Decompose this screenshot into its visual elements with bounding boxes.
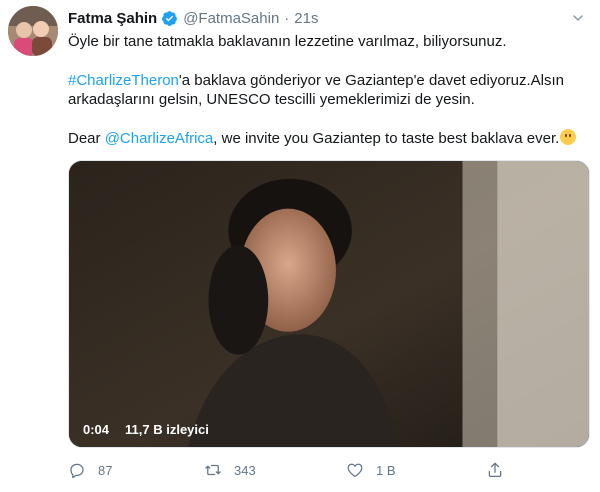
share-icon: [488, 462, 502, 478]
tweet-header: Fatma Şahin @FatmaSahin · 21s: [68, 8, 318, 28]
hashtag-link[interactable]: #CharlizeTheron: [68, 72, 179, 89]
tweet-text: Öyle bir tane tatmakla baklavanın lezzet…: [68, 32, 590, 167]
timestamp[interactable]: 21s: [294, 10, 318, 27]
like-count: 1 B: [376, 462, 396, 478]
separator-dot: ·: [284, 9, 290, 27]
retweet-icon: [205, 464, 221, 476]
heart-icon: [347, 463, 363, 478]
reply-count: 87: [98, 462, 113, 478]
retweet-button[interactable]: 343: [204, 458, 256, 482]
video-frame: [69, 161, 589, 447]
author-name[interactable]: Fatma Şahin: [68, 10, 157, 27]
mention-link[interactable]: @CharlizeAfrica: [105, 130, 214, 147]
verified-badge-icon: [162, 10, 178, 26]
tweet-card[interactable]: Fatma Şahin @FatmaSahin · 21s Öyle bir t…: [0, 0, 600, 492]
tweet-line-3: , we invite you Gaziantep to taste best …: [213, 129, 560, 147]
video-views: 11,7 B izleyici: [125, 422, 209, 437]
reply-button[interactable]: 87: [68, 458, 112, 482]
smiling-face-emoji-icon: [560, 128, 577, 145]
video-player[interactable]: 0:04 11,7 B izleyici: [68, 160, 590, 448]
reply-icon: [70, 463, 84, 479]
tweet-actions: 87 343 1 B: [68, 458, 548, 482]
video-time: 0:04: [83, 422, 110, 437]
video-controls: 0:04 11,7 B izleyici: [83, 422, 209, 437]
author-handle[interactable]: @FatmaSahin: [183, 10, 279, 27]
tweet-line-3-prefix: Dear: [68, 129, 105, 147]
chevron-down-icon[interactable]: [570, 10, 586, 26]
tweet-paragraph-1: Öyle bir tane tatmakla baklavanın lezzet…: [68, 32, 590, 52]
like-button[interactable]: 1 B: [346, 458, 396, 482]
tweet-paragraph-2: #CharlizeTheron'a baklava gönderiyor ve …: [68, 71, 590, 110]
share-button[interactable]: [486, 458, 504, 482]
retweet-count: 343: [234, 462, 256, 478]
avatar[interactable]: [8, 6, 58, 56]
tweet-line-1: Öyle bir tane tatmakla baklavanın lezzet…: [68, 33, 507, 50]
tweet-paragraph-3: Dear @CharlizeAfrica, we invite you Gazi…: [68, 128, 590, 149]
